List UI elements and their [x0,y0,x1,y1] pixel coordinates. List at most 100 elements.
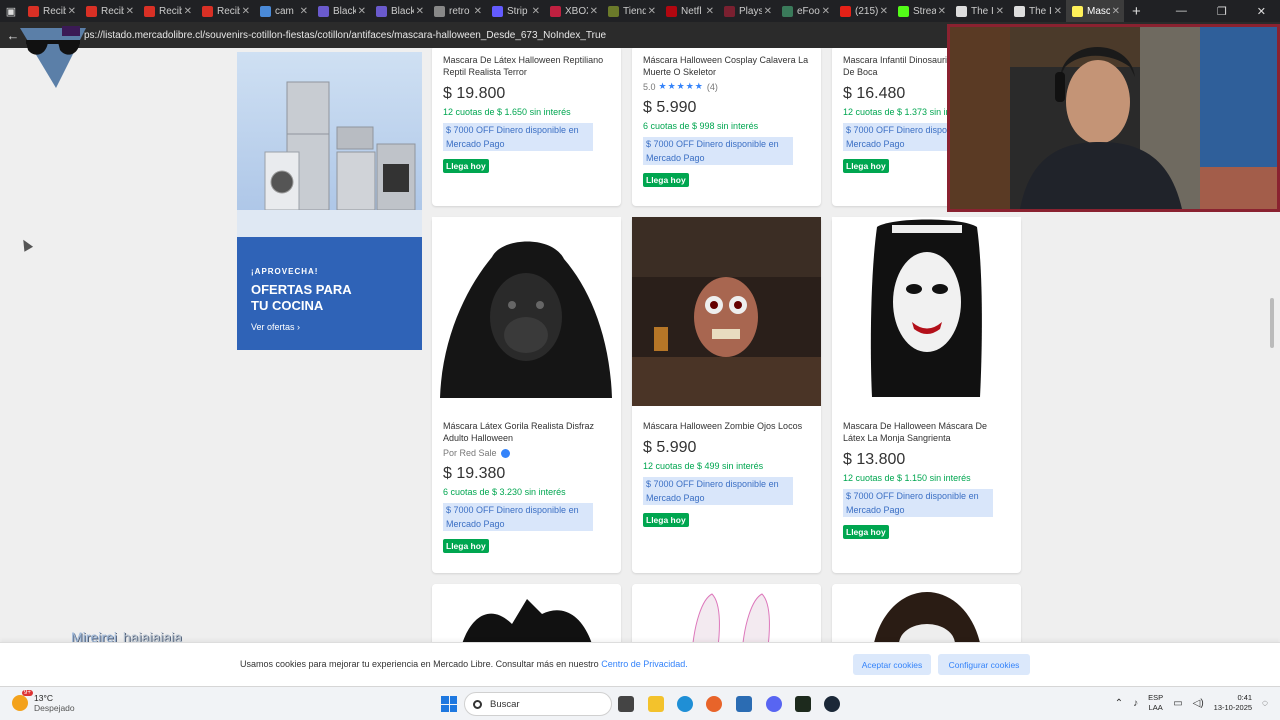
close-tab-icon[interactable]: ✕ [706,6,714,17]
new-tab-button[interactable]: + [1132,3,1141,20]
browser-tab[interactable]: Recib✕ [196,0,254,22]
close-tab-icon[interactable]: ✕ [648,6,656,17]
close-tab-icon[interactable]: ✕ [764,6,772,17]
product-card[interactable]: Máscara Halloween Zombie Ojos Locos $ 5.… [632,217,821,573]
promo-badge: $ 7000 OFF Dinero disponible en Mercado … [843,489,993,517]
close-tab-icon[interactable]: ✕ [126,6,134,17]
promo-badge: $ 7000 OFF Dinero disponible en Mercado … [443,503,593,531]
product-title[interactable]: Mascara De Látex Halloween Reptiliano Re… [443,54,611,78]
product-title[interactable]: Máscara Látex Gorila Realista Disfraz Ad… [443,420,611,444]
zombie-mask-image [632,217,821,406]
close-tab-icon[interactable]: ✕ [938,6,946,17]
close-tab-icon[interactable]: ✕ [1112,6,1120,17]
tab-title: The I [1029,5,1052,17]
product-card[interactable] [832,584,1021,642]
close-tab-icon[interactable]: ✕ [880,6,888,17]
browser-tab[interactable]: eFoo ✕ [776,0,834,22]
appliances-ad-image[interactable] [237,52,422,237]
browser-tab[interactable]: Recib✕ [138,0,196,22]
discord-icon[interactable] [766,696,782,712]
browser-tab[interactable]: Recib✕ [80,0,138,22]
browser-tab[interactable]: Tiend ✕ [602,0,660,22]
url-field[interactable]: ps://listado.mercadolibre.cl/souvenirs-c… [84,30,606,41]
product-image-zombie[interactable] [632,217,821,406]
privacy-center-link[interactable]: Centro de Privacidad. [601,659,688,669]
browser-tab[interactable]: (215) ✕ [834,0,892,22]
tab-favicon-icon [492,5,503,17]
browser-tab[interactable]: Netfl ✕ [660,0,718,22]
firefox-icon[interactable] [706,696,722,712]
product-card[interactable] [432,584,621,642]
accept-cookies-button[interactable]: Aceptar cookies [853,654,931,675]
browser-tab[interactable]: The I ✕ [950,0,1008,22]
browser-tab[interactable]: Plays ✕ [718,0,776,22]
layout-code: LAA [1148,703,1163,712]
taskbar-search[interactable]: Buscar [464,692,612,716]
close-tab-icon[interactable]: ✕ [184,6,192,17]
configure-cookies-button[interactable]: Configurar cookies [938,654,1030,675]
close-tab-icon[interactable]: ✕ [1054,6,1062,17]
browser-tab[interactable]: Black ✕ [312,0,370,22]
product-image-gorilla[interactable] [432,217,621,406]
volume-icon[interactable]: ◁) [1193,698,1204,709]
product-title[interactable]: Máscara Halloween Cosplay Calavera La Mu… [643,54,811,78]
microphone-icon[interactable]: ♪ [1133,698,1138,709]
store-icon[interactable] [736,696,752,712]
browser-tab[interactable]: The I ✕ [1008,0,1066,22]
close-tab-icon[interactable]: ✕ [416,6,424,17]
banner-headline-1: OFERTAS PARA [251,282,352,297]
weather-widget[interactable]: 13°C Despejado 9+ [12,690,75,713]
gorilla-mask-image [432,217,621,406]
view-offers-link[interactable]: Ver ofertas › [251,322,408,332]
clock[interactable]: 0:41 13-10-2025 [1214,693,1252,713]
browser-tab[interactable]: Recib✕ [22,0,80,22]
browser-tab[interactable]: XBOX✕ [544,0,602,22]
close-tab-icon[interactable]: ✕ [474,6,482,17]
chevron-up-icon[interactable]: ⌃ [1115,698,1123,709]
close-tab-icon[interactable]: ✕ [358,6,366,17]
shipping-badge: Llega hoy [643,173,689,187]
tab-actions-icon[interactable]: ▣ [0,0,22,22]
product-image-nun[interactable] [832,217,1021,406]
minimize-icon[interactable]: — [1176,5,1187,18]
promo-badge: $ 7000 OFF Dinero disponible en Mercado … [443,123,593,151]
close-tab-icon[interactable]: ✕ [532,6,540,17]
close-tab-icon[interactable]: ✕ [242,6,250,17]
file-explorer-icon[interactable] [648,696,664,712]
cookie-message-text: Usamos cookies para mejorar tu experienc… [240,659,599,669]
edge-browser-icon[interactable] [677,696,693,712]
tab-favicon-icon [956,5,967,17]
scrollbar-thumb[interactable] [1270,298,1274,348]
browser-tab[interactable]: retro ✕ [428,0,486,22]
task-view-icon[interactable] [618,696,634,712]
close-window-icon[interactable]: ✕ [1257,5,1266,18]
close-tab-icon[interactable]: ✕ [590,6,598,17]
product-title[interactable]: Mascara De Halloween Máscara De Látex La… [843,420,1011,444]
product-card[interactable]: Mascara De Halloween Máscara De Látex La… [832,217,1021,573]
promo-badge: $ 7000 OFF Dinero disponible en Mercado … [643,137,793,165]
close-tab-icon[interactable]: ✕ [996,6,1004,17]
product-card[interactable]: Mascara De Látex Halloween Reptiliano Re… [432,48,621,206]
browser-tab[interactable]: Masc ✕ [1066,0,1124,22]
close-tab-icon[interactable]: ✕ [300,6,308,17]
weather-badge: 9+ [22,690,33,696]
product-card[interactable]: Máscara Látex Gorila Realista Disfraz Ad… [432,217,621,573]
network-icon[interactable]: ▭ [1173,698,1182,709]
restore-icon[interactable]: ❐ [1217,5,1227,18]
notifications-icon[interactable]: ◌ [1262,698,1268,709]
browser-tab[interactable]: Black ✕ [370,0,428,22]
close-tab-icon[interactable]: ✕ [822,6,830,17]
windows-start-icon[interactable] [441,696,457,712]
browser-tab[interactable]: cam ✕ [254,0,312,22]
product-card[interactable] [632,584,821,642]
kitchen-offers-banner[interactable]: ¡APROVECHA! OFERTAS PARA TU COCINA Ver o… [237,237,422,350]
language-indicator[interactable]: ESP LAA [1148,693,1163,713]
app-icon[interactable] [795,696,811,712]
browser-tab[interactable]: Strip ✕ [486,0,544,22]
product-title[interactable]: Máscara Halloween Zombie Ojos Locos [643,420,811,432]
product-card[interactable]: Máscara Halloween Cosplay Calavera La Mu… [632,48,821,206]
installments-text: 12 cuotas de $ 1.650 sin interés [443,107,571,117]
close-tab-icon[interactable]: ✕ [68,6,76,17]
browser-tab[interactable]: Strea ✕ [892,0,950,22]
steam-icon[interactable] [824,696,840,712]
